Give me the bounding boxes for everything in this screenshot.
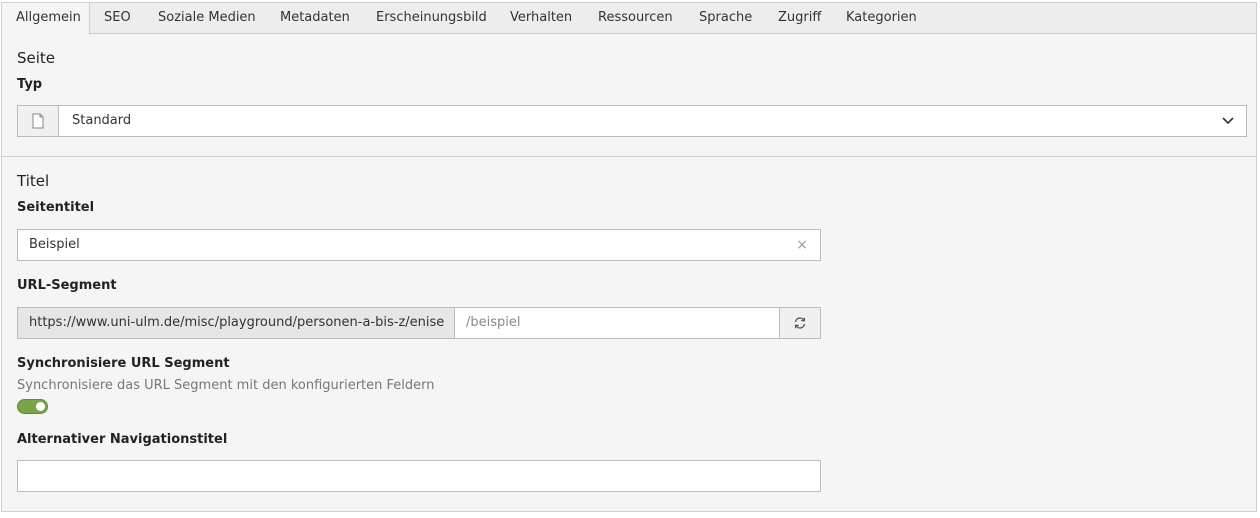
typ-select-value: Standard bbox=[72, 113, 132, 128]
tab-allgemein[interactable]: Allgemein bbox=[2, 3, 90, 35]
tab-bar: Allgemein SEO Soziale Medien Metadaten E… bbox=[2, 3, 1256, 35]
seitentitel-input[interactable]: Beispiel × bbox=[17, 229, 821, 261]
sync-toggle[interactable] bbox=[17, 399, 48, 414]
recreate-slug-button[interactable] bbox=[779, 307, 821, 339]
tab-metadaten[interactable]: Metadaten bbox=[280, 3, 350, 34]
clear-icon[interactable]: × bbox=[796, 237, 808, 253]
nav-title-input[interactable] bbox=[17, 460, 821, 492]
page-icon bbox=[18, 106, 59, 136]
section-title-seite: Seite bbox=[17, 49, 56, 67]
tab-verhalten[interactable]: Verhalten bbox=[510, 3, 572, 34]
sync-label: Synchronisiere URL Segment bbox=[17, 356, 230, 371]
seitentitel-label: Seitentitel bbox=[17, 200, 95, 215]
tab-seo[interactable]: SEO bbox=[104, 3, 131, 34]
section-title-titel: Titel bbox=[17, 172, 50, 190]
typ-label: Typ bbox=[17, 77, 43, 92]
chevron-down-icon bbox=[1222, 115, 1234, 130]
url-segment-input[interactable]: /beispiel bbox=[454, 307, 780, 339]
tab-kategorien[interactable]: Kategorien bbox=[846, 3, 917, 34]
nav-title-label: Alternativer Navigationstitel bbox=[17, 432, 228, 447]
url-prefix-text: https://www.uni-ulm.de/misc/playground/p… bbox=[29, 315, 445, 330]
tab-zugriff[interactable]: Zugriff bbox=[778, 3, 821, 34]
toggle-knob bbox=[36, 402, 45, 411]
section-divider bbox=[2, 156, 1256, 157]
tab-erscheinungsbild[interactable]: Erscheinungsbild bbox=[376, 3, 487, 34]
url-prefix: https://www.uni-ulm.de/misc/playground/p… bbox=[17, 307, 454, 339]
seitentitel-value: Beispiel bbox=[29, 237, 80, 252]
form-panel: Allgemein SEO Soziale Medien Metadaten E… bbox=[1, 2, 1257, 512]
tab-sprache[interactable]: Sprache bbox=[699, 3, 752, 34]
typ-select[interactable]: Standard bbox=[17, 105, 1247, 137]
url-segment-value: /beispiel bbox=[466, 315, 521, 330]
tab-ressourcen[interactable]: Ressourcen bbox=[598, 3, 673, 34]
url-segment-label: URL-Segment bbox=[17, 278, 117, 293]
tab-soziale-medien[interactable]: Soziale Medien bbox=[158, 3, 256, 34]
refresh-icon bbox=[794, 317, 806, 329]
sync-description: Synchronisiere das URL Segment mit den k… bbox=[17, 378, 435, 393]
